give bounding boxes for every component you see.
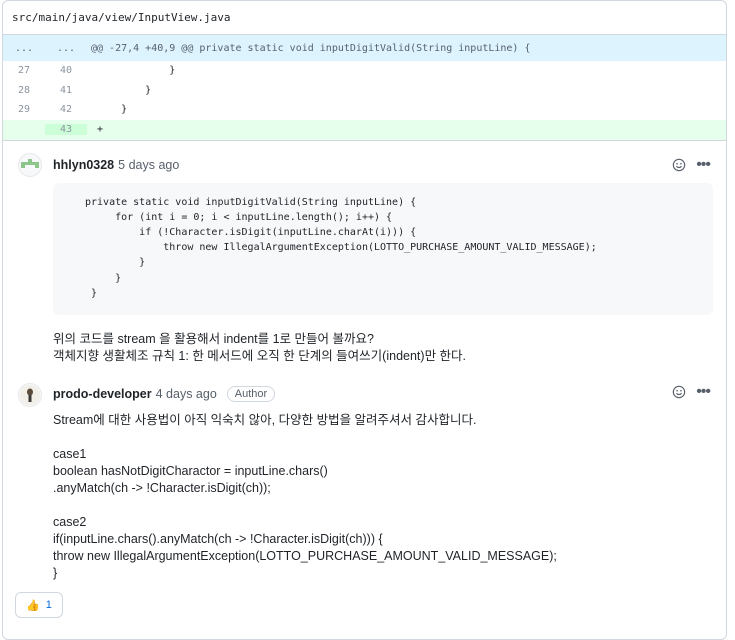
diff-code: + — [97, 124, 104, 135]
comment-text-line: case2 — [53, 514, 87, 529]
diff-line: 27 40 } — [3, 61, 726, 81]
smiley-icon[interactable] — [672, 158, 686, 172]
diff-comment-thread: src/main/java/view/InputView.java ... ..… — [2, 0, 727, 640]
user-photo-icon — [20, 384, 40, 405]
old-line-number[interactable]: 27 — [3, 65, 45, 76]
diff-line: 29 42 } — [3, 100, 726, 120]
reaction-count: 1 — [45, 599, 52, 611]
comment-text-line: 객체지향 생활체조 규칙 1: 한 메서드에 오직 한 단계의 들여쓰기(ind… — [53, 348, 467, 363]
diff-line: 28 41 } — [3, 81, 726, 101]
comment-body: 위의 코드를 stream 을 활용해서 indent를 1로 만들어 볼까요?… — [53, 331, 466, 365]
comment-text-line: .anyMatch(ch -> !Character.isDigit(ch)); — [53, 480, 271, 495]
thumbs-up-reaction-button[interactable]: 👍 1 — [15, 592, 63, 618]
comment-text-line: if(inputLine.chars().anyMatch(ch -> !Cha… — [53, 531, 383, 546]
old-line-number[interactable]: 28 — [3, 85, 45, 96]
hunk-header: ... ... @@ -27,4 +40,9 @@ private static… — [3, 35, 726, 61]
new-line-number[interactable]: 40 — [45, 65, 87, 76]
comment-text-line — [53, 429, 557, 446]
diff-code: } — [97, 65, 176, 77]
new-line-number[interactable]: 41 — [45, 85, 87, 96]
diff-code: } — [97, 84, 152, 96]
comment-text-line: throw new IllegalArgumentException(LOTTO… — [53, 548, 557, 563]
comment-body: Stream에 대한 사용법이 아직 익숙치 않아, 다양한 방법을 알려주셔서… — [53, 412, 557, 582]
code-snippet: private static void inputDigitValid(Stri… — [85, 196, 597, 299]
identicon-icon — [21, 158, 39, 168]
review-comments: hhlyn0328 5 days ago ••• private static … — [3, 139, 726, 580]
avatar[interactable] — [18, 382, 42, 407]
file-path-header: src/main/java/view/InputView.java — [3, 1, 726, 35]
comment-time[interactable]: 4 days ago — [156, 387, 217, 401]
comment-text-line: } — [53, 565, 58, 580]
comment-header: prodo-developer 4 days ago Author — [53, 385, 276, 402]
new-line-number[interactable]: 42 — [45, 104, 87, 115]
file-path[interactable]: src/main/java/view/InputView.java — [12, 11, 231, 24]
comment-text-line: case1 — [53, 446, 87, 461]
thumbs-up-icon: 👍 — [26, 599, 40, 612]
diff-code: } — [97, 104, 128, 116]
old-line-number[interactable]: 29 — [3, 104, 45, 115]
comment-text-line: Stream에 대한 사용법이 아직 익숙치 않아, 다양한 방법을 알려주셔서… — [53, 412, 477, 427]
kebab-horizontal-icon[interactable]: ••• — [696, 383, 711, 399]
comment-author[interactable]: hhlyn0328 — [53, 158, 114, 172]
smiley-icon[interactable] — [672, 385, 686, 399]
comment-actions: ••• — [672, 156, 711, 172]
avatar[interactable] — [18, 152, 42, 177]
comment-text-line: 위의 코드를 stream 을 활용해서 indent를 1로 만들어 볼까요? — [53, 331, 374, 346]
comment-text-line — [53, 497, 557, 514]
comment-header: hhlyn0328 5 days ago — [53, 158, 179, 172]
hunk-text: @@ -27,4 +40,9 @@ private static void in… — [91, 42, 531, 54]
author-badge: Author — [226, 385, 276, 402]
comment-author[interactable]: prodo-developer — [53, 387, 152, 401]
comment-actions: ••• — [672, 383, 711, 399]
new-line-number[interactable]: 43 — [45, 124, 87, 135]
kebab-horizontal-icon[interactable]: ••• — [696, 156, 711, 172]
hunk-expand-new[interactable]: ... — [45, 43, 87, 54]
code-block: private static void inputDigitValid(Stri… — [53, 182, 713, 315]
diff-line-added: 43 + — [3, 119, 726, 140]
comment-time[interactable]: 5 days ago — [118, 158, 179, 172]
hunk-expand-old[interactable]: ... — [3, 43, 45, 54]
diff-table: ... ... @@ -27,4 +40,9 @@ private static… — [3, 35, 726, 140]
comment-text-line: boolean hasNotDigitCharactor = inputLine… — [53, 463, 328, 478]
